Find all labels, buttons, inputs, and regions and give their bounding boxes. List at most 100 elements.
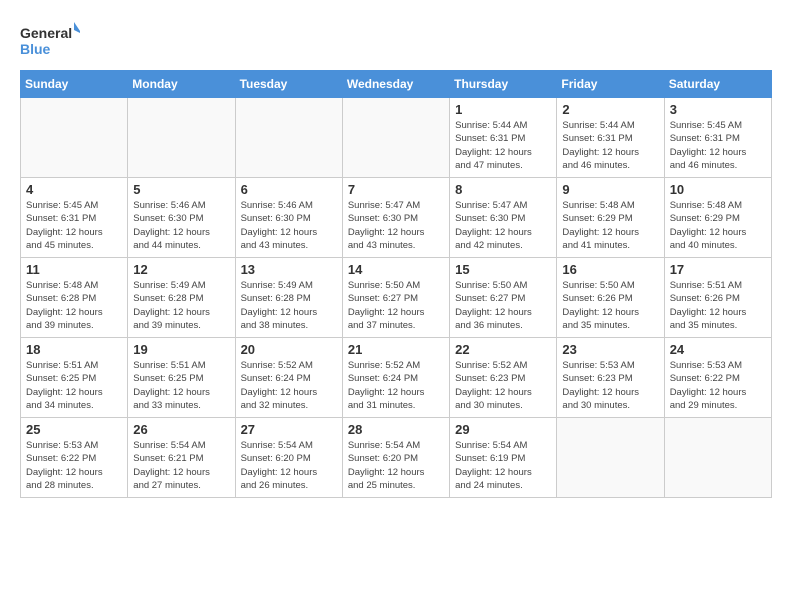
day-info: Sunrise: 5:44 AMSunset: 6:31 PMDaylight:… (455, 119, 551, 172)
calendar-cell: 7 Sunrise: 5:47 AMSunset: 6:30 PMDaylight… (342, 178, 449, 258)
calendar-cell (557, 418, 664, 498)
calendar-cell: 10 Sunrise: 5:48 AMSunset: 6:29 PMDayligh… (664, 178, 771, 258)
calendar-cell: 3 Sunrise: 5:45 AMSunset: 6:31 PMDaylight… (664, 98, 771, 178)
day-info: Sunrise: 5:53 AMSunset: 6:22 PMDaylight:… (26, 439, 122, 492)
calendar-cell: 17 Sunrise: 5:51 AMSunset: 6:26 PMDayligh… (664, 258, 771, 338)
calendar-cell (342, 98, 449, 178)
calendar-week-3: 11 Sunrise: 5:48 AMSunset: 6:28 PMDayligh… (21, 258, 772, 338)
calendar-cell: 18Sunrise: 5:51 AMSunset: 6:25 PMDayligh… (21, 338, 128, 418)
day-number: 6 (241, 182, 337, 197)
calendar-cell (664, 418, 771, 498)
svg-text:Blue: Blue (20, 41, 51, 57)
day-number: 9 (562, 182, 658, 197)
calendar-cell: 8 Sunrise: 5:47 AMSunset: 6:30 PMDaylight… (450, 178, 557, 258)
day-number: 14 (348, 262, 444, 277)
day-number: 4 (26, 182, 122, 197)
day-number: 25 (26, 422, 122, 437)
calendar-cell (128, 98, 235, 178)
calendar-cell: 24 Sunrise: 5:53 AMSunset: 6:22 PMDayligh… (664, 338, 771, 418)
calendar-cell: 12 Sunrise: 5:49 AMSunset: 6:28 PMDayligh… (128, 258, 235, 338)
day-info: Sunrise: 5:53 AMSunset: 6:23 PMDaylight:… (562, 359, 658, 412)
day-info: Sunrise: 5:50 AMSunset: 6:27 PMDaylight:… (455, 279, 551, 332)
calendar-cell: 5 Sunrise: 5:46 AMSunset: 6:30 PMDaylight… (128, 178, 235, 258)
calendar-cell: 25 Sunrise: 5:53 AMSunset: 6:22 PMDayligh… (21, 418, 128, 498)
day-info: Sunrise: 5:51 AMSunset: 6:26 PMDaylight:… (670, 279, 766, 332)
day-header-thursday: Thursday (450, 71, 557, 98)
day-number: 2 (562, 102, 658, 117)
calendar-cell: 15 Sunrise: 5:50 AMSunset: 6:27 PMDayligh… (450, 258, 557, 338)
day-header-monday: Monday (128, 71, 235, 98)
day-number: 12 (133, 262, 229, 277)
day-number: 11 (26, 262, 122, 277)
day-info: Sunrise: 5:54 AMSunset: 6:19 PMDaylight:… (455, 439, 551, 492)
day-number: 15 (455, 262, 551, 277)
day-info: Sunrise: 5:44 AMSunset: 6:31 PMDaylight:… (562, 119, 658, 172)
calendar-cell: 23 Sunrise: 5:53 AMSunset: 6:23 PMDayligh… (557, 338, 664, 418)
calendar-cell: 29 Sunrise: 5:54 AMSunset: 6:19 PMDayligh… (450, 418, 557, 498)
calendar-cell: 14Sunrise: 5:50 AMSunset: 6:27 PMDayligh… (342, 258, 449, 338)
day-info: Sunrise: 5:52 AMSunset: 6:23 PMDaylight:… (455, 359, 551, 412)
calendar-cell: 19 Sunrise: 5:51 AMSunset: 6:25 PMDayligh… (128, 338, 235, 418)
calendar-cell: 21 Sunrise: 5:52 AMSunset: 6:24 PMDayligh… (342, 338, 449, 418)
logo-svg: General Blue (20, 20, 80, 60)
day-number: 13 (241, 262, 337, 277)
day-number: 10 (670, 182, 766, 197)
calendar-cell (21, 98, 128, 178)
day-number: 21 (348, 342, 444, 357)
day-number: 16 (562, 262, 658, 277)
svg-text:General: General (20, 25, 72, 41)
calendar-week-1: 1Sunrise: 5:44 AMSunset: 6:31 PMDaylight… (21, 98, 772, 178)
day-number: 7 (348, 182, 444, 197)
page-header: General Blue (20, 20, 772, 60)
day-info: Sunrise: 5:48 AMSunset: 6:28 PMDaylight:… (26, 279, 122, 332)
calendar-cell: 28 Sunrise: 5:54 AMSunset: 6:20 PMDayligh… (342, 418, 449, 498)
day-info: Sunrise: 5:47 AMSunset: 6:30 PMDaylight:… (348, 199, 444, 252)
day-info: Sunrise: 5:53 AMSunset: 6:22 PMDaylight:… (670, 359, 766, 412)
day-number: 23 (562, 342, 658, 357)
header-row: SundayMondayTuesdayWednesdayThursdayFrid… (21, 71, 772, 98)
day-number: 26 (133, 422, 229, 437)
calendar-cell: 13 Sunrise: 5:49 AMSunset: 6:28 PMDayligh… (235, 258, 342, 338)
day-header-wednesday: Wednesday (342, 71, 449, 98)
calendar-cell: 16Sunrise: 5:50 AMSunset: 6:26 PMDayligh… (557, 258, 664, 338)
day-info: Sunrise: 5:48 AMSunset: 6:29 PMDaylight:… (562, 199, 658, 252)
calendar-week-2: 4 Sunrise: 5:45 AMSunset: 6:31 PMDaylight… (21, 178, 772, 258)
day-info: Sunrise: 5:48 AMSunset: 6:29 PMDaylight:… (670, 199, 766, 252)
day-info: Sunrise: 5:49 AMSunset: 6:28 PMDaylight:… (241, 279, 337, 332)
day-info: Sunrise: 5:54 AMSunset: 6:20 PMDaylight:… (348, 439, 444, 492)
day-info: Sunrise: 5:54 AMSunset: 6:21 PMDaylight:… (133, 439, 229, 492)
day-info: Sunrise: 5:45 AMSunset: 6:31 PMDaylight:… (26, 199, 122, 252)
day-header-friday: Friday (557, 71, 664, 98)
day-info: Sunrise: 5:52 AMSunset: 6:24 PMDaylight:… (348, 359, 444, 412)
day-number: 17 (670, 262, 766, 277)
day-number: 29 (455, 422, 551, 437)
day-info: Sunrise: 5:47 AMSunset: 6:30 PMDaylight:… (455, 199, 551, 252)
day-number: 8 (455, 182, 551, 197)
day-number: 5 (133, 182, 229, 197)
day-info: Sunrise: 5:52 AMSunset: 6:24 PMDaylight:… (241, 359, 337, 412)
day-info: Sunrise: 5:49 AMSunset: 6:28 PMDaylight:… (133, 279, 229, 332)
day-info: Sunrise: 5:46 AMSunset: 6:30 PMDaylight:… (133, 199, 229, 252)
day-number: 19 (133, 342, 229, 357)
calendar-cell (235, 98, 342, 178)
calendar-cell: 22 Sunrise: 5:52 AMSunset: 6:23 PMDayligh… (450, 338, 557, 418)
day-number: 3 (670, 102, 766, 117)
calendar-cell: 26 Sunrise: 5:54 AMSunset: 6:21 PMDayligh… (128, 418, 235, 498)
day-info: Sunrise: 5:46 AMSunset: 6:30 PMDaylight:… (241, 199, 337, 252)
day-number: 24 (670, 342, 766, 357)
day-info: Sunrise: 5:51 AMSunset: 6:25 PMDaylight:… (133, 359, 229, 412)
calendar-table: SundayMondayTuesdayWednesdayThursdayFrid… (20, 70, 772, 498)
calendar-week-4: 18 Sunrise: 5:51 AMSunset: 6:25 PMDayligh… (21, 338, 772, 418)
day-number: 28 (348, 422, 444, 437)
calendar-cell: 9 Sunrise: 5:48 AMSunset: 6:29 PMDaylight… (557, 178, 664, 258)
day-header-saturday: Saturday (664, 71, 771, 98)
calendar-cell: 20Sunrise: 5:52 AMSunset: 6:24 PMDayligh… (235, 338, 342, 418)
day-number: 18 (26, 342, 122, 357)
calendar-cell: 2 Sunrise: 5:44 AMSunset: 6:31 PMDaylight… (557, 98, 664, 178)
day-header-sunday: Sunday (21, 71, 128, 98)
day-info: Sunrise: 5:45 AMSunset: 6:31 PMDaylight:… (670, 119, 766, 172)
logo: General Blue (20, 20, 80, 60)
calendar-cell: 1Sunrise: 5:44 AMSunset: 6:31 PMDaylight… (450, 98, 557, 178)
day-number: 22 (455, 342, 551, 357)
calendar-week-5: 25 Sunrise: 5:53 AMSunset: 6:22 PMDayligh… (21, 418, 772, 498)
